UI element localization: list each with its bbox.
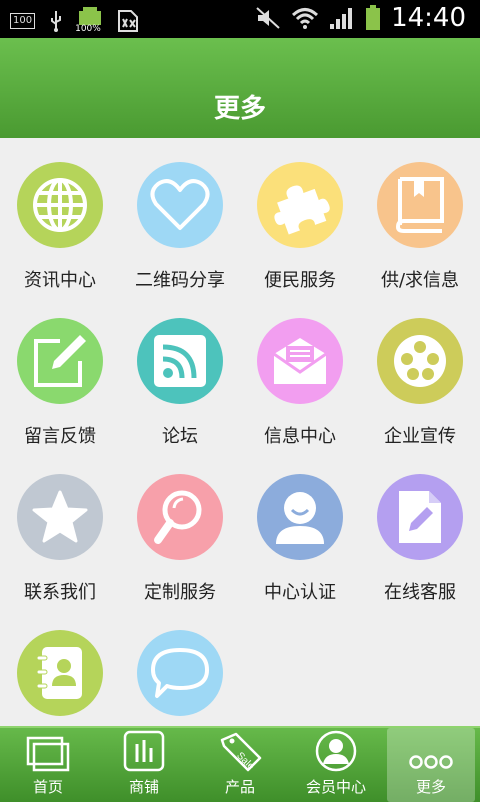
tab-label: 会员中心 <box>305 778 366 796</box>
grid-item-contact-us[interactable]: 联系我们 <box>0 474 120 604</box>
pencil-icon <box>34 335 86 387</box>
grid-item-label: 二维码分享 <box>135 270 225 291</box>
signal-icon <box>330 8 353 29</box>
document-edit-icon <box>399 491 441 543</box>
film-reel-icon <box>394 335 446 387</box>
tab-member-center[interactable]: 会员中心 <box>288 728 384 802</box>
grid-item-feedback[interactable]: 留言反馈 <box>0 318 120 448</box>
star-icon <box>32 490 88 543</box>
grid-icon-circle <box>17 630 103 716</box>
battery-percent-text: 100% <box>75 24 101 34</box>
battery-icon <box>366 5 381 30</box>
member-icon <box>315 730 357 772</box>
tab-home[interactable]: 首页 <box>0 728 96 802</box>
grid-item-info-center[interactable]: 信息中心 <box>240 318 360 448</box>
grid-item-label: 供/求信息 <box>380 270 460 291</box>
battery-charge-icon: 100% <box>75 7 103 35</box>
book-icon <box>395 177 444 233</box>
tab-products[interactable]: Sale 产品 <box>192 728 288 802</box>
menu-grid: 资讯中心 二维码分享 便民服务 供/求信息 留言反馈 论坛 信息中心 企业宣传 … <box>0 138 480 726</box>
tab-shop[interactable]: 商铺 <box>96 728 192 802</box>
grid-icon-circle <box>377 474 463 560</box>
shop-icon <box>123 730 165 772</box>
tab-label: 首页 <box>32 778 63 796</box>
grid-item-convenience[interactable]: 便民服务 <box>240 162 360 292</box>
tab-more[interactable]: 更多 <box>387 728 475 802</box>
contacts-icon <box>36 647 82 699</box>
tab-label: 更多 <box>415 778 446 796</box>
grid-item-supply-demand[interactable]: 供/求信息 <box>360 162 480 292</box>
grid-item-label: 资讯中心 <box>24 270 96 291</box>
notification-icon: 100 <box>10 13 36 29</box>
more-dots-icon <box>409 755 453 769</box>
heart-icon <box>150 179 210 230</box>
rss-icon <box>154 335 206 387</box>
tab-label: 产品 <box>224 778 255 796</box>
sim-icon <box>118 10 139 32</box>
grid-icon-circle <box>17 162 103 248</box>
sale-tag-icon: Sale <box>220 732 262 772</box>
sale-tag-text: Sale <box>234 750 256 772</box>
user-icon <box>276 492 324 544</box>
home-icon <box>26 736 70 772</box>
grid-item-label: 信息中心 <box>264 426 336 447</box>
grid-item-label: 留言反馈 <box>24 426 96 447</box>
wifi-icon <box>292 8 319 29</box>
grid-icon-circle <box>257 474 343 560</box>
grid-item-label: 定制服务 <box>144 582 216 603</box>
grid-icon-circle <box>17 474 103 560</box>
grid-item-forum[interactable]: 论坛 <box>120 318 240 448</box>
usb-icon <box>51 11 62 32</box>
globe-icon <box>33 178 87 232</box>
tab-label: 商铺 <box>128 778 159 796</box>
envelope-icon <box>273 338 327 384</box>
grid-item-label: 联系我们 <box>24 582 96 603</box>
grid-item-news[interactable]: 资讯中心 <box>0 162 120 292</box>
bottom-tab-bar: 首页 商铺 Sale 产品 会员中心 更多 <box>0 726 480 802</box>
grid-icon-circle <box>377 162 463 248</box>
grid-item-qrcode-share[interactable]: 二维码分享 <box>120 162 240 292</box>
grid-item-promotion[interactable]: 企业宣传 <box>360 318 480 448</box>
grid-item-chat[interactable] <box>120 630 240 734</box>
grid-item-label: 企业宣传 <box>384 426 456 447</box>
grid-icon-circle <box>257 162 343 248</box>
mute-icon <box>256 7 280 29</box>
magnifier-icon <box>154 490 202 544</box>
grid-item-custom-service[interactable]: 定制服务 <box>120 474 240 604</box>
grid-icon-circle <box>137 162 223 248</box>
grid-icon-circle <box>377 318 463 404</box>
grid-item-label: 便民服务 <box>264 270 336 291</box>
grid-icon-circle <box>17 318 103 404</box>
clock: 14:40 <box>391 3 466 33</box>
page-title: 更多 <box>213 94 266 124</box>
puzzle-icon <box>274 185 330 235</box>
grid-icon-circle <box>137 474 223 560</box>
grid-item-label: 中心认证 <box>264 582 336 603</box>
grid-item-label: 论坛 <box>162 426 198 447</box>
grid-item-online-support[interactable]: 在线客服 <box>360 474 480 604</box>
grid-icon-circle <box>137 318 223 404</box>
header-bar: 更多 <box>0 38 480 138</box>
grid-item-label: 在线客服 <box>384 582 456 603</box>
status-bar: 100 100% 14:40 <box>0 0 480 38</box>
grid-item-certification[interactable]: 中心认证 <box>240 474 360 604</box>
grid-item-contacts[interactable] <box>0 630 120 734</box>
grid-icon-circle <box>257 318 343 404</box>
chat-bubble-icon <box>151 648 209 698</box>
grid-icon-circle <box>137 630 223 716</box>
